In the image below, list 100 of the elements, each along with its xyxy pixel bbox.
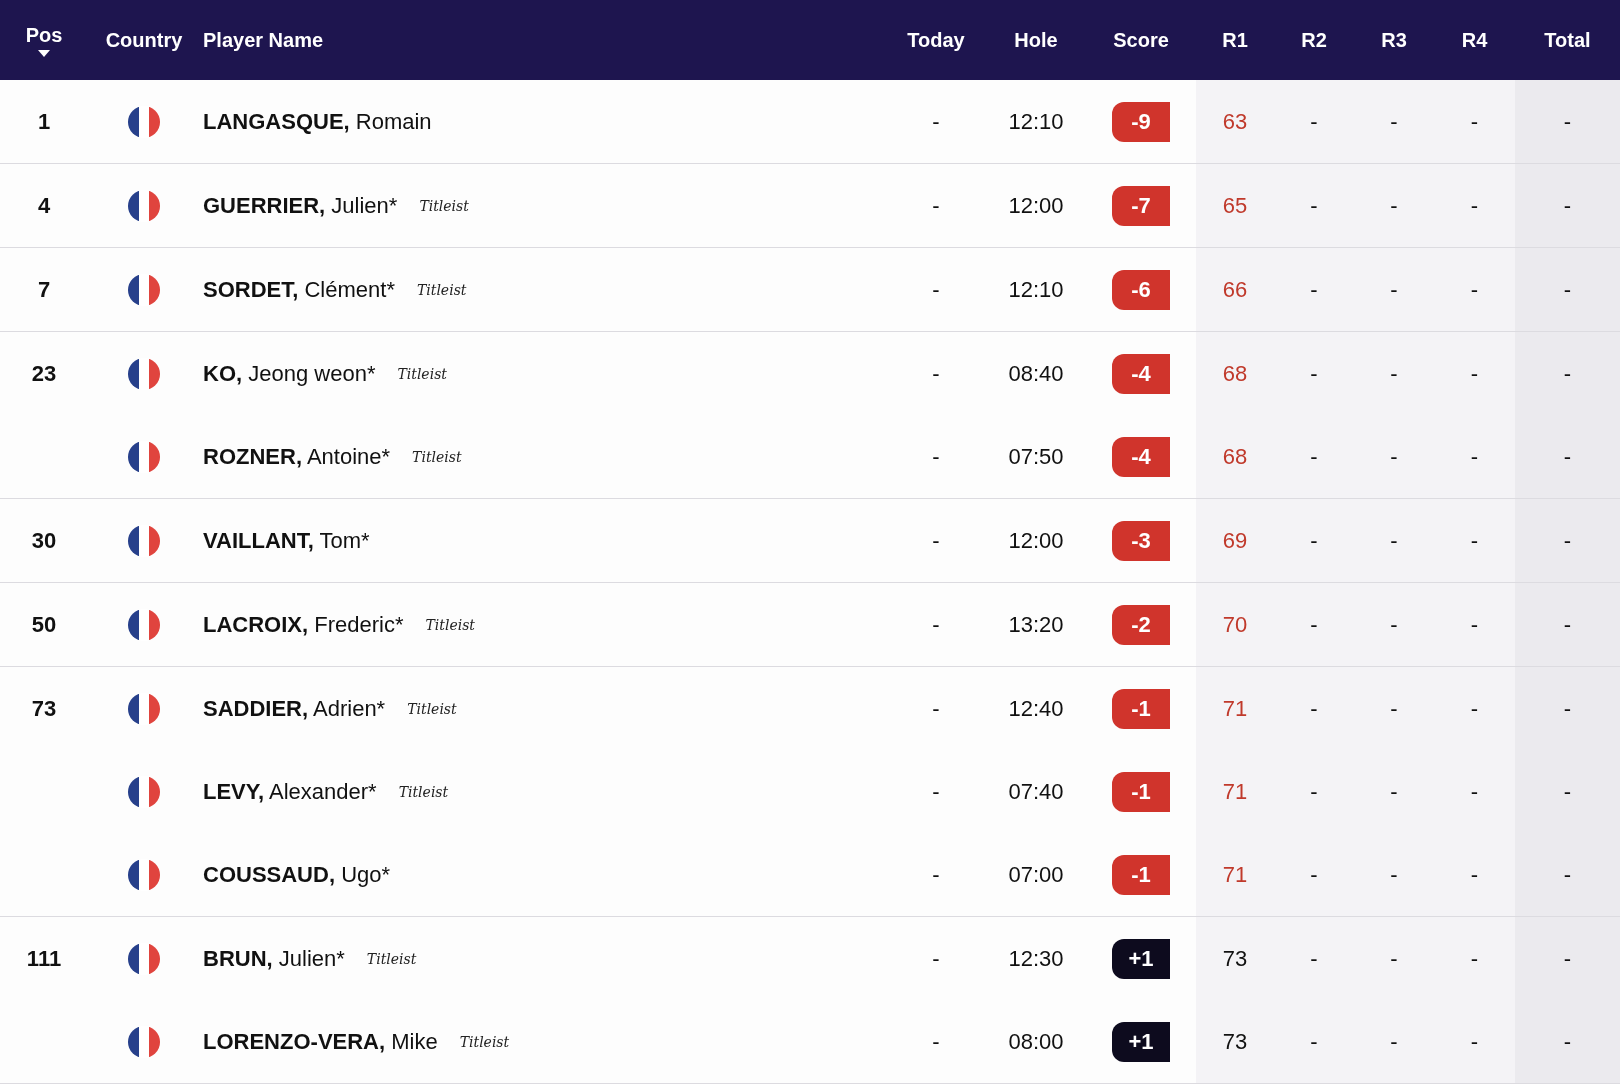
- column-header[interactable]: R2: [1301, 28, 1327, 52]
- tee-time: 07:40: [1008, 778, 1064, 805]
- player-name[interactable]: LORENZO-VERA, Mike: [203, 1028, 438, 1055]
- round-score: -: [1310, 108, 1318, 135]
- tee-time: 12:30: [1008, 945, 1064, 972]
- score-badge: -6: [1112, 269, 1170, 310]
- round-score: -: [1310, 1028, 1318, 1055]
- column-header[interactable]: R3: [1381, 28, 1407, 52]
- column-header[interactable]: R1: [1222, 28, 1248, 52]
- column-header[interactable]: Today: [907, 28, 965, 52]
- round-score: -: [1390, 1028, 1398, 1055]
- column-header[interactable]: Pos: [25, 23, 63, 47]
- player-name[interactable]: LEVY, Alexander*: [203, 778, 377, 805]
- round-score: -: [1390, 108, 1398, 135]
- column-header[interactable]: Country: [105, 28, 183, 52]
- column-header[interactable]: R4: [1461, 28, 1488, 52]
- sponsor-logo-text: Titleist: [398, 783, 449, 800]
- round-score: -: [1470, 695, 1479, 722]
- sponsor-logo-text: Titleist: [366, 950, 417, 967]
- sort-caret-icon: [38, 49, 50, 57]
- total-score: -: [1563, 945, 1572, 972]
- total-score: -: [1563, 192, 1572, 219]
- player-name[interactable]: SADDIER, Adrien*: [203, 695, 386, 722]
- flag-icon: [128, 440, 160, 473]
- round-score: -: [1310, 778, 1318, 805]
- flag-icon: [128, 357, 160, 390]
- player-name[interactable]: KO, Jeong weon*: [203, 360, 376, 387]
- tee-time: 13:20: [1008, 611, 1064, 638]
- round-score: 70: [1222, 611, 1248, 638]
- flag-icon: [128, 942, 160, 975]
- flag-icon: [128, 1025, 160, 1058]
- round-score: -: [1390, 861, 1398, 888]
- score-badge: -4: [1112, 436, 1170, 477]
- total-score: -: [1563, 360, 1572, 387]
- round-score: 68: [1222, 360, 1248, 387]
- score-badge: +1: [1112, 938, 1170, 979]
- today-score: -: [932, 360, 940, 387]
- round-score: -: [1470, 192, 1479, 219]
- round-score: -: [1390, 778, 1398, 805]
- sponsor-logo-text: Titleist: [459, 1033, 510, 1050]
- score-badge: -1: [1112, 771, 1170, 812]
- flag-icon: [128, 692, 160, 725]
- tee-time: 08:40: [1008, 360, 1064, 387]
- player-name[interactable]: LACROIX, Frederic*: [203, 611, 404, 638]
- column-header[interactable]: Score: [1113, 28, 1169, 52]
- round-score: -: [1470, 276, 1479, 303]
- today-score: -: [932, 108, 940, 135]
- tee-time: 12:10: [1008, 276, 1064, 303]
- round-score: -: [1390, 360, 1398, 387]
- round-score: -: [1390, 276, 1398, 303]
- round-score: -: [1390, 192, 1398, 219]
- player-name[interactable]: SORDET, Clément*: [203, 276, 395, 303]
- tee-time: 12:10: [1008, 108, 1064, 135]
- round-score: -: [1310, 276, 1318, 303]
- sponsor-logo-text: Titleist: [425, 616, 475, 633]
- round-score: -: [1390, 611, 1398, 638]
- player-name[interactable]: BRUN, Julien*: [203, 945, 345, 972]
- player-name[interactable]: GUERRIER, Julien*: [203, 192, 398, 219]
- tee-time: 12:00: [1008, 192, 1064, 219]
- round-score: -: [1310, 443, 1318, 470]
- round-score: -: [1390, 945, 1398, 972]
- column-header[interactable]: Hole: [1014, 28, 1058, 52]
- today-score: -: [932, 945, 940, 972]
- total-score: -: [1563, 695, 1572, 722]
- total-score: -: [1563, 1028, 1572, 1055]
- round-score: 63: [1222, 108, 1248, 135]
- column-header[interactable]: Total: [1544, 28, 1591, 52]
- score-badge: -7: [1112, 185, 1170, 226]
- total-score: -: [1563, 861, 1572, 888]
- tee-time: 12:40: [1008, 695, 1064, 722]
- round-score: 69: [1222, 527, 1248, 554]
- sponsor-logo-text: Titleist: [416, 281, 467, 298]
- column-header[interactable]: Player Name: [203, 28, 324, 52]
- round-score: -: [1470, 1028, 1479, 1055]
- sponsor-logo-text: Titleist: [397, 365, 447, 382]
- round-score: -: [1470, 611, 1479, 638]
- player-name[interactable]: VAILLANT, Tom*: [203, 527, 370, 554]
- player-name[interactable]: COUSSAUD, Ugo*: [203, 861, 391, 888]
- sponsor-logo-text: Titleist: [419, 197, 469, 214]
- round-score: -: [1470, 945, 1479, 972]
- position: 23: [31, 360, 57, 387]
- round-score: 71: [1222, 695, 1248, 722]
- round-score: -: [1310, 192, 1318, 219]
- today-score: -: [932, 611, 940, 638]
- today-score: -: [932, 695, 940, 722]
- score-badge: -4: [1112, 353, 1170, 394]
- player-name[interactable]: ROZNER, Antoine*: [203, 443, 391, 470]
- score-badge: -3: [1112, 520, 1170, 561]
- today-score: -: [932, 861, 940, 888]
- round-score: 65: [1222, 192, 1248, 219]
- sponsor-logo-text: Titleist: [407, 700, 457, 717]
- score-badge: -9: [1112, 101, 1170, 142]
- position: 30: [31, 527, 57, 554]
- score-badge: +1: [1112, 1021, 1170, 1062]
- player-name[interactable]: LANGASQUE, Romain: [203, 108, 432, 135]
- tee-time: 07:00: [1008, 861, 1064, 888]
- tee-time: 12:00: [1008, 527, 1064, 554]
- round-score: 71: [1222, 861, 1248, 888]
- round-score: -: [1310, 527, 1318, 554]
- flag-icon: [128, 105, 160, 138]
